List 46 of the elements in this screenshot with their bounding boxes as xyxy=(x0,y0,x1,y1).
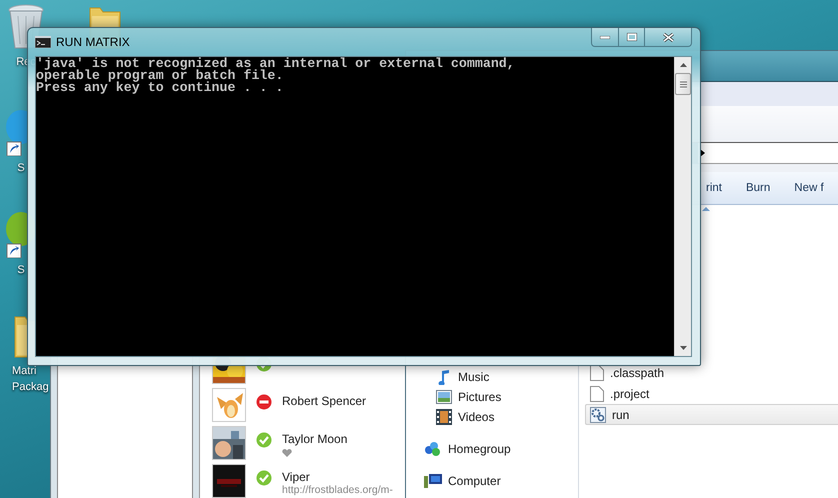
contact-name[interactable]: Taylor Moon xyxy=(282,432,348,446)
nav-item[interactable]: Music xyxy=(406,367,578,387)
heart-icon xyxy=(282,449,292,457)
nav-item[interactable]: Homegroup xyxy=(406,439,578,459)
toolbar-button[interactable]: New f xyxy=(790,182,828,194)
console-output-line: Press any key to continue . . . xyxy=(36,82,284,94)
grip-icon xyxy=(680,80,686,88)
contact-name[interactable]: Robert Spencer xyxy=(282,394,366,408)
nav-item[interactable]: Pictures xyxy=(406,387,578,407)
close-icon xyxy=(662,32,674,42)
file-item[interactable]: run xyxy=(585,404,838,425)
scrollbar[interactable] xyxy=(674,57,691,356)
minimize-icon xyxy=(600,36,610,38)
mood-message: http://frostblades.org/m- xyxy=(282,484,393,496)
command-prompt-icon xyxy=(35,36,51,48)
sort-caret-icon[interactable] xyxy=(702,207,710,211)
desktop-icon-label[interactable]: S xyxy=(17,262,25,278)
file-item[interactable]: .project xyxy=(585,383,838,404)
down-arrow-icon xyxy=(680,346,686,350)
nav-item[interactable]: Computer xyxy=(406,471,578,491)
contact-name[interactable]: Viper xyxy=(282,470,393,484)
up-arrow-icon xyxy=(680,63,686,67)
online-status-icon xyxy=(256,470,272,486)
minimize-button[interactable] xyxy=(592,28,619,46)
music-note-icon xyxy=(436,369,452,385)
film-strip-icon xyxy=(436,409,452,425)
toolbar-button[interactable]: Burn xyxy=(742,182,774,194)
busy-status-icon xyxy=(256,394,272,410)
computer-icon xyxy=(424,473,442,489)
blank-file-icon xyxy=(590,386,604,402)
network-spheres-icon xyxy=(424,441,442,457)
maximize-icon xyxy=(626,33,636,41)
blank-file-icon xyxy=(590,364,604,380)
file-item[interactable]: .classpath xyxy=(585,362,838,383)
nav-item[interactable]: Videos xyxy=(406,407,578,427)
online-status-icon xyxy=(256,432,272,448)
maximize-button[interactable] xyxy=(619,28,645,46)
desktop-icon-label[interactable]: Matri Packag xyxy=(12,363,49,395)
console-output-line: operable program or batch file. xyxy=(36,70,284,82)
toolbar-button[interactable]: rint xyxy=(702,182,726,194)
console-output-line: 'java' is not recognized as an internal or external command, xyxy=(36,58,515,70)
gear-window-icon xyxy=(590,406,606,422)
scroll-thumb[interactable] xyxy=(675,73,691,95)
landscape-picture-icon xyxy=(436,390,452,404)
close-button[interactable] xyxy=(645,28,691,46)
window-title: RUN MATRIX xyxy=(56,35,130,49)
